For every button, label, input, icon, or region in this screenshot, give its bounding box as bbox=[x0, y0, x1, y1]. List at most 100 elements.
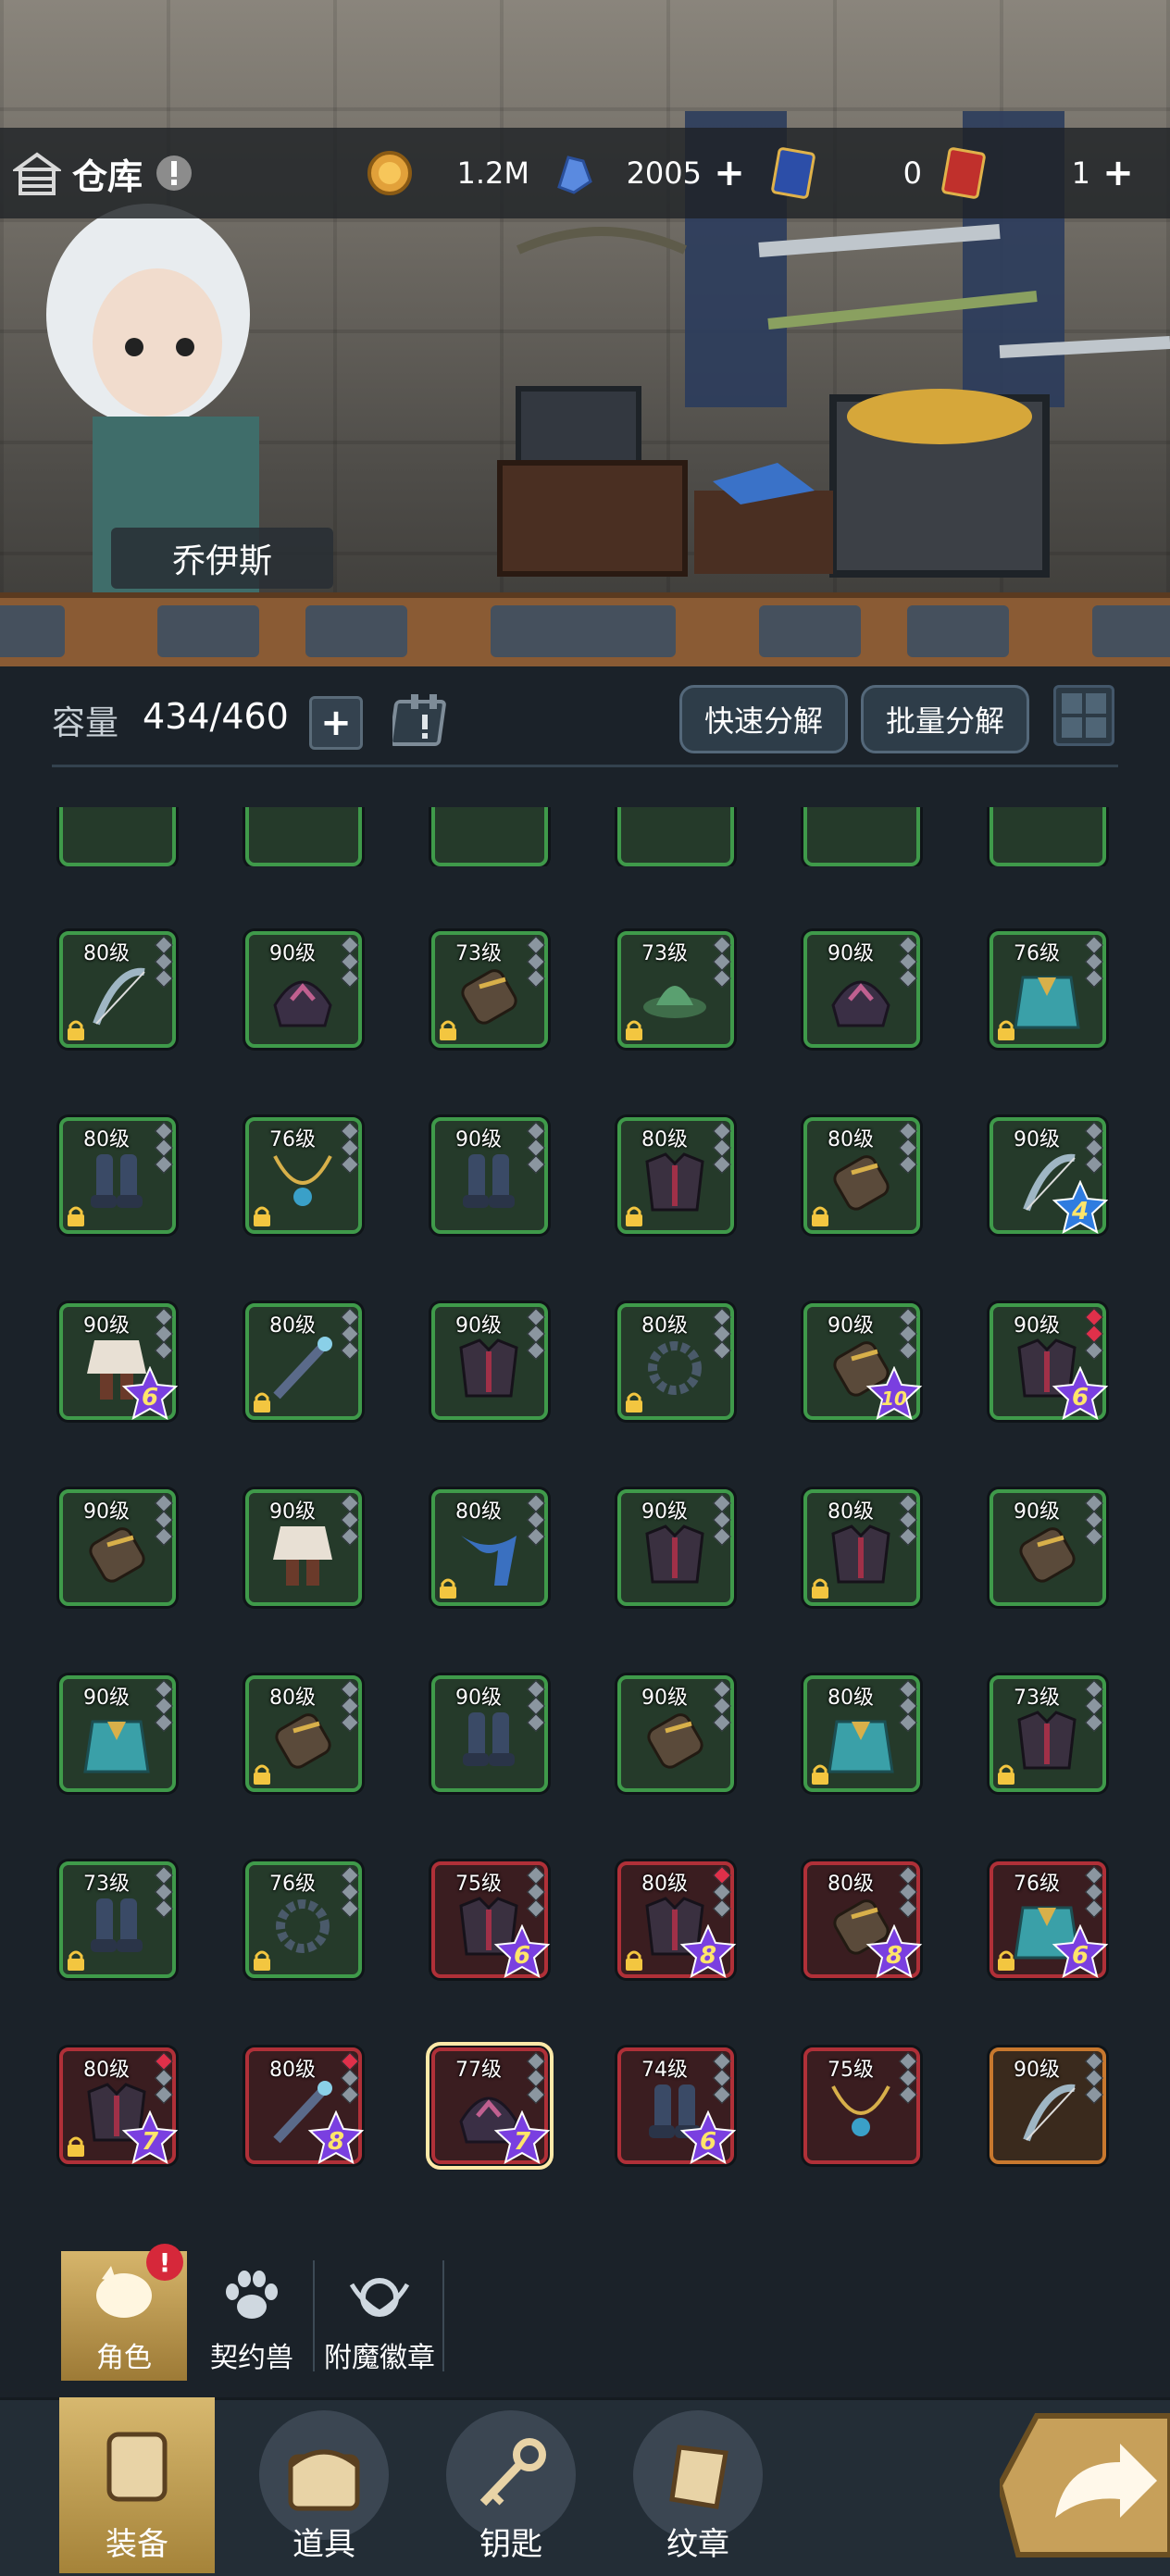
armor-icon bbox=[459, 1338, 518, 1398]
tab-pet[interactable]: 契约兽 bbox=[189, 2251, 315, 2381]
inventory-item[interactable]: 90级 10 bbox=[803, 1303, 923, 1420]
lock-icon bbox=[440, 1020, 456, 1040]
inventory-item[interactable]: 90级 bbox=[59, 1675, 176, 1792]
info-icon[interactable] bbox=[154, 153, 194, 193]
quality-gems bbox=[155, 1122, 173, 1174]
inventory-item[interactable]: 80级 bbox=[803, 1675, 920, 1792]
inventory-item[interactable] bbox=[990, 807, 1106, 866]
add-gems-button[interactable]: + bbox=[711, 152, 748, 194]
star-level-value: 8 bbox=[328, 2128, 344, 2156]
inventory-item[interactable]: 76级 6 bbox=[990, 1861, 1109, 1978]
inventory-item[interactable]: 75级 6 bbox=[431, 1861, 551, 1978]
gold-value: 1.2M bbox=[456, 156, 530, 191]
tab-enchant-badge[interactable]: 附魔徽章 bbox=[315, 2251, 444, 2381]
quality-gems bbox=[899, 1308, 917, 1360]
ring-icon bbox=[276, 1899, 330, 1953]
inventory-item[interactable] bbox=[617, 807, 734, 866]
inventory-item[interactable]: 80级 bbox=[245, 1303, 362, 1420]
nav-keys[interactable]: 钥匙 bbox=[428, 2397, 594, 2573]
inventory-item[interactable]: 90级 bbox=[431, 1303, 548, 1420]
quality-gems bbox=[713, 936, 731, 988]
gem-counter: 2005 + bbox=[550, 144, 748, 202]
quality-gems bbox=[155, 2052, 173, 2104]
inventory-item[interactable] bbox=[59, 807, 176, 866]
inventory-item[interactable]: 90级 6 bbox=[59, 1303, 179, 1420]
nav-items[interactable]: 道具 bbox=[241, 2397, 407, 2573]
quality-gems bbox=[899, 1494, 917, 1546]
quick-decompose-button[interactable]: 快速分解 bbox=[679, 685, 848, 753]
star-level-value: 4 bbox=[1071, 1198, 1089, 1226]
inventory-item[interactable]: 80级 bbox=[617, 1117, 734, 1234]
inventory-item[interactable]: 90级 bbox=[431, 1675, 548, 1792]
grid-view-toggle[interactable] bbox=[1053, 685, 1114, 746]
inventory-item[interactable] bbox=[431, 807, 548, 866]
nav-equipment-label: 装备 bbox=[106, 2526, 168, 2563]
inventory-item[interactable]: 76级 bbox=[990, 931, 1106, 1048]
inventory-item[interactable]: 80级 bbox=[59, 931, 176, 1048]
inventory-item[interactable]: 73级 bbox=[617, 931, 734, 1048]
inventory-item[interactable]: 80级 bbox=[431, 1489, 548, 1606]
star-level-badge: 6 bbox=[679, 2110, 737, 2164]
star-level-badge: 6 bbox=[493, 1924, 551, 1978]
inventory-item[interactable]: 80级 bbox=[245, 1675, 362, 1792]
inventory-item[interactable]: 80级 bbox=[617, 1303, 734, 1420]
inventory-item[interactable]: 90级 bbox=[245, 931, 362, 1048]
next-arrow-button[interactable] bbox=[1000, 2407, 1170, 2564]
inventory-item[interactable]: 73级 bbox=[431, 931, 548, 1048]
quality-gems bbox=[527, 1494, 545, 1546]
add-ticket-button[interactable]: + bbox=[1100, 152, 1137, 194]
inventory-item[interactable]: 80级 8 bbox=[245, 2047, 365, 2164]
armor-icon bbox=[831, 1524, 890, 1584]
gold-counter: 1.2M bbox=[367, 144, 529, 202]
inventory-item[interactable] bbox=[803, 807, 920, 866]
tab-character[interactable]: ! 角色 bbox=[61, 2244, 187, 2381]
calendar-icon[interactable] bbox=[392, 691, 455, 750]
inventory-item[interactable]: 80级 8 bbox=[803, 1861, 923, 1978]
quality-gems bbox=[155, 1494, 173, 1546]
inventory-item[interactable]: 90级 4 bbox=[990, 1117, 1109, 1234]
inventory-item[interactable]: 76级 bbox=[245, 1861, 362, 1978]
inventory-item[interactable]: 74级 6 bbox=[617, 2047, 737, 2164]
alert-badge-icon: ! bbox=[146, 2244, 183, 2281]
inventory-item[interactable]: 75级 bbox=[803, 2047, 920, 2164]
star-level-badge: 8 bbox=[679, 1924, 737, 1978]
inventory-item[interactable]: 90级 bbox=[245, 1489, 362, 1606]
inventory-item[interactable]: 90级 bbox=[803, 931, 920, 1048]
cloak-icon bbox=[1014, 976, 1080, 1029]
inventory-item[interactable]: 80级 bbox=[803, 1489, 920, 1606]
batch-decompose-button[interactable]: 批量分解 bbox=[861, 685, 1029, 753]
inventory-item[interactable]: 90级 bbox=[990, 2047, 1106, 2164]
quality-gems bbox=[527, 1680, 545, 1732]
star-level-value: 10 bbox=[881, 1388, 907, 1410]
inventory-item[interactable]: 90级 bbox=[617, 1675, 734, 1792]
quality-gems bbox=[899, 2052, 917, 2104]
inventory-item[interactable]: 80级 7 bbox=[59, 2047, 179, 2164]
enchant-badge-icon bbox=[349, 2278, 410, 2317]
boots-icon bbox=[463, 1712, 515, 1766]
inventory-item[interactable]: 77级 7 bbox=[426, 2042, 554, 2170]
inventory-item[interactable]: 90级 bbox=[431, 1117, 548, 1234]
page-title: 仓库 bbox=[72, 156, 143, 197]
lock-icon bbox=[68, 1020, 84, 1040]
nav-equipment[interactable]: 装备 bbox=[59, 2397, 215, 2573]
inventory-item[interactable]: 80级 bbox=[803, 1117, 920, 1234]
gold-coin-icon bbox=[367, 151, 412, 195]
lock-icon bbox=[626, 1950, 642, 1971]
inventory-item[interactable]: 90级 bbox=[59, 1489, 176, 1606]
inventory-item[interactable]: 90级 bbox=[617, 1489, 734, 1606]
necklace-icon bbox=[831, 2085, 890, 2136]
inventory-item[interactable]: 80级 bbox=[59, 1117, 176, 1234]
inventory-item[interactable]: 73级 bbox=[59, 1861, 176, 1978]
inventory-item[interactable]: 73级 bbox=[990, 1675, 1106, 1792]
inventory-item[interactable]: 90级 6 bbox=[990, 1303, 1109, 1420]
inventory-item[interactable]: 90级 bbox=[990, 1489, 1106, 1606]
inventory-item[interactable]: 76级 bbox=[245, 1117, 362, 1234]
expand-capacity-button[interactable]: + bbox=[309, 696, 363, 750]
inventory-item[interactable]: 80级 8 bbox=[617, 1861, 737, 1978]
star-level-value: 7 bbox=[142, 2128, 159, 2156]
inventory-item[interactable] bbox=[245, 807, 362, 866]
quality-gems bbox=[1085, 936, 1103, 988]
gem-value: 2005 bbox=[626, 156, 702, 191]
quality-gems bbox=[341, 1308, 359, 1360]
nav-emblems[interactable]: 纹章 bbox=[615, 2397, 781, 2573]
